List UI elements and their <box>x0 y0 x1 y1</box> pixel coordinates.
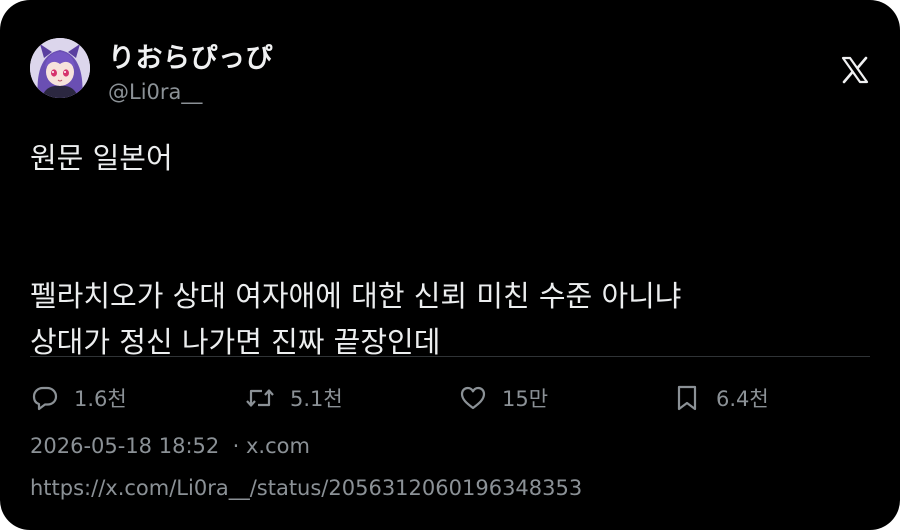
bookmark-count: 6.4천 <box>716 387 769 411</box>
tweet-line <box>30 227 870 273</box>
like-count: 15만 <box>502 387 549 411</box>
tweet-url[interactable]: https://x.com/Li0ra__/status/20563120601… <box>30 476 582 500</box>
reply-icon <box>32 386 58 411</box>
tweet-text: 원문 일본어 펠라치오가 상대 여자애에 대한 신뢰 미친 수준 아니냐 상대가… <box>30 135 870 365</box>
tweet-line: 펠라치오가 상대 여자애에 대한 신뢰 미친 수준 아니냐 <box>30 279 682 313</box>
retweet-button[interactable]: 5.1천 <box>244 381 343 415</box>
x-logo-icon[interactable] <box>840 55 870 85</box>
tweet-line: 원문 일본어 <box>30 141 173 175</box>
retweet-icon <box>246 389 274 407</box>
heart-icon <box>460 386 486 410</box>
reply-button[interactable]: 1.6천 <box>30 381 127 415</box>
bookmark-button[interactable]: 6.4천 <box>672 381 769 415</box>
timestamp: 2026-05-18 18:52 <box>30 434 220 458</box>
tweet-line: 상대가 정신 나가면 진짜 끝장인데 <box>30 325 441 359</box>
bookmark-icon <box>677 385 697 411</box>
divider <box>30 356 870 357</box>
meta-separator: · <box>232 434 240 458</box>
like-button[interactable]: 15만 <box>458 381 548 415</box>
avatar[interactable] <box>30 38 90 98</box>
tweet-line <box>30 181 870 227</box>
display-name[interactable]: りおらぴっぴ <box>108 36 273 75</box>
avatar-image <box>30 38 90 98</box>
source-link[interactable]: x.com <box>246 434 310 458</box>
handle[interactable]: @Li0ra__ <box>108 80 202 104</box>
tweet-card: りおらぴっぴ @Li0ra__ 원문 일본어 펠라치오가 상대 여자애에 대한 … <box>0 0 900 530</box>
tweet-meta: 2026-05-18 18:52 · x.com <box>30 434 310 458</box>
reply-count: 1.6천 <box>74 387 127 411</box>
retweet-count: 5.1천 <box>290 387 343 411</box>
